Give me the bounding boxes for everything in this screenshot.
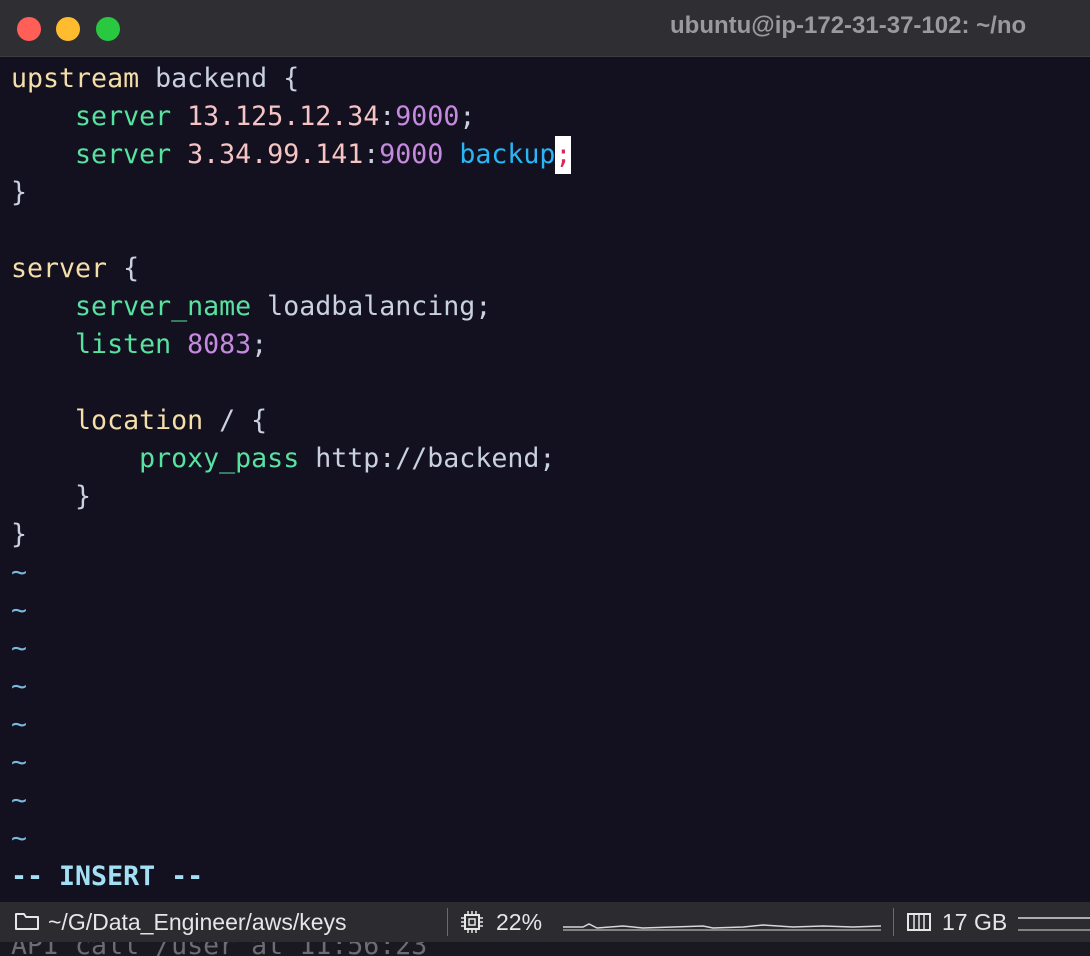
- server-ip: 13.125.12.34: [187, 101, 380, 132]
- folder-icon: [14, 910, 40, 938]
- code-line-10: location / {: [11, 402, 571, 440]
- memory-icon: [906, 910, 932, 940]
- code-line-8: listen 8083;: [11, 326, 571, 364]
- memory-sparkline: [1018, 912, 1090, 939]
- colon: :: [379, 101, 396, 132]
- server-name-value: loadbalancing;: [251, 291, 492, 322]
- empty-line-marker: ~: [11, 595, 28, 626]
- semicolon: ;: [251, 329, 268, 360]
- code-line-3: server 3.34.99.141:9000 backup;: [11, 136, 572, 174]
- upstream-keyword: upstream: [11, 63, 140, 94]
- background-output-text: API call /user at 11:56:23: [11, 942, 427, 956]
- server-port: 9000: [395, 101, 460, 132]
- empty-line-marker: ~: [11, 633, 28, 664]
- code-line-12: }: [11, 481, 92, 512]
- listen-directive: listen: [75, 329, 172, 360]
- upstream-name: backend {: [139, 63, 300, 94]
- proxy-pass-value: http://backend;: [299, 443, 556, 474]
- server-port: 9000: [379, 139, 444, 170]
- location-keyword: location: [75, 405, 204, 436]
- terminal-output-strip: API call /user at 11:56:23: [0, 942, 1090, 956]
- terminal-window: ubuntu@ip-172-31-37-102: ~/no upstream b…: [0, 0, 1090, 956]
- status-divider: [893, 908, 894, 936]
- location-path: / {: [203, 405, 268, 436]
- code-line-4: }: [11, 177, 28, 208]
- empty-line-marker: ~: [11, 747, 28, 778]
- close-button[interactable]: [17, 17, 41, 41]
- empty-line-marker: ~: [11, 785, 28, 816]
- cpu-usage: 22%: [496, 909, 543, 935]
- semicolon: ;: [459, 101, 476, 132]
- backup-option: backup: [459, 139, 556, 170]
- minimize-button[interactable]: [56, 17, 80, 41]
- code-line-7: server_name loadbalancing;: [11, 288, 571, 326]
- empty-line-marker: ~: [11, 823, 28, 854]
- cpu-sparkline: [563, 912, 883, 939]
- window-title: ubuntu@ip-172-31-37-102: ~/no: [670, 12, 1027, 39]
- brace: {: [107, 253, 140, 284]
- current-path[interactable]: ~/G/Data_Engineer/aws/keys: [48, 909, 347, 936]
- memory-usage: 17 GB: [942, 909, 1008, 935]
- server-name-directive: server_name: [75, 291, 252, 322]
- code-line-2: server 13.125.12.34:9000;: [11, 98, 571, 136]
- zoom-button[interactable]: [96, 17, 120, 41]
- server-directive: server: [75, 101, 172, 132]
- server-ip: 3.34.99.141: [187, 139, 364, 170]
- empty-line-marker: ~: [11, 671, 28, 702]
- title-bar[interactable]: ubuntu@ip-172-31-37-102: ~/no: [0, 0, 1090, 57]
- empty-line-marker: ~: [11, 709, 28, 740]
- code-line-1: upstream backend {: [11, 60, 571, 98]
- text-cursor: ;: [555, 136, 572, 174]
- vim-mode-indicator: -- INSERT --: [11, 861, 204, 892]
- code-line-6: server {: [11, 250, 571, 288]
- vim-editor-buffer[interactable]: upstream backend { server 13.125.12.34:9…: [11, 60, 572, 858]
- server-block-keyword: server: [11, 253, 108, 284]
- code-line-13: }: [11, 519, 28, 550]
- listen-port: 8083: [187, 329, 252, 360]
- colon: :: [363, 139, 380, 170]
- status-bar: ~/G/Data_Engineer/aws/keys 22% 17 GB: [0, 902, 1090, 942]
- code-line-11: proxy_pass http://backend;: [11, 440, 571, 478]
- cpu-chip-icon: [460, 910, 484, 940]
- server-directive: server: [75, 139, 172, 170]
- empty-line-marker: ~: [11, 557, 28, 588]
- proxy-pass-directive: proxy_pass: [139, 443, 300, 474]
- status-divider: [447, 908, 448, 936]
